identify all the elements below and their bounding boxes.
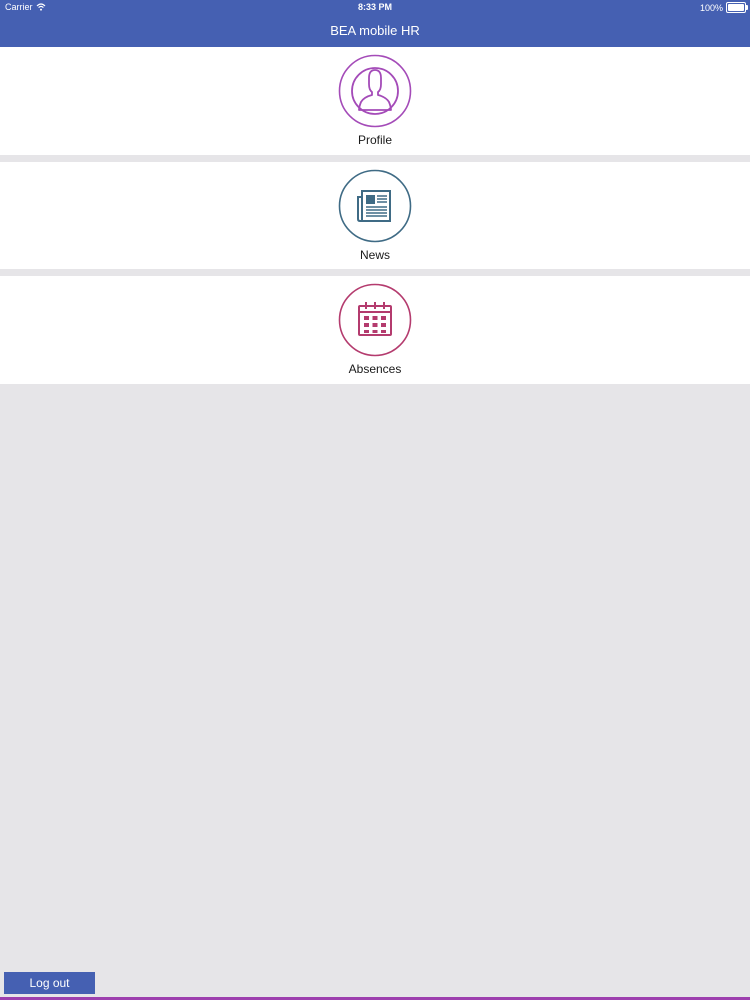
absences-label: Absences — [348, 362, 402, 376]
status-right: 100% — [699, 2, 748, 13]
battery-fill — [728, 4, 744, 11]
app-title: BEA mobile HR — [330, 23, 420, 38]
logout-button[interactable]: Log out — [4, 972, 95, 994]
news-tile[interactable]: News — [0, 162, 750, 269]
profile-label: Profile — [357, 133, 392, 147]
profile-tile[interactable]: Profile — [0, 47, 750, 155]
calendar-icon — [338, 283, 412, 357]
battery-icon — [726, 2, 748, 13]
status-time: 8:33 PM — [357, 2, 392, 12]
newspaper-icon — [338, 169, 412, 243]
status-bar: Carrier 8:33 PM 100% — [0, 0, 750, 14]
person-icon — [338, 54, 412, 128]
absences-tile[interactable]: Absences — [0, 276, 750, 384]
news-label: News — [359, 248, 390, 262]
app-header: Carrier 8:33 PM 100% BEA mobile HR — [0, 0, 750, 47]
battery-percent: 100% — [699, 2, 723, 13]
